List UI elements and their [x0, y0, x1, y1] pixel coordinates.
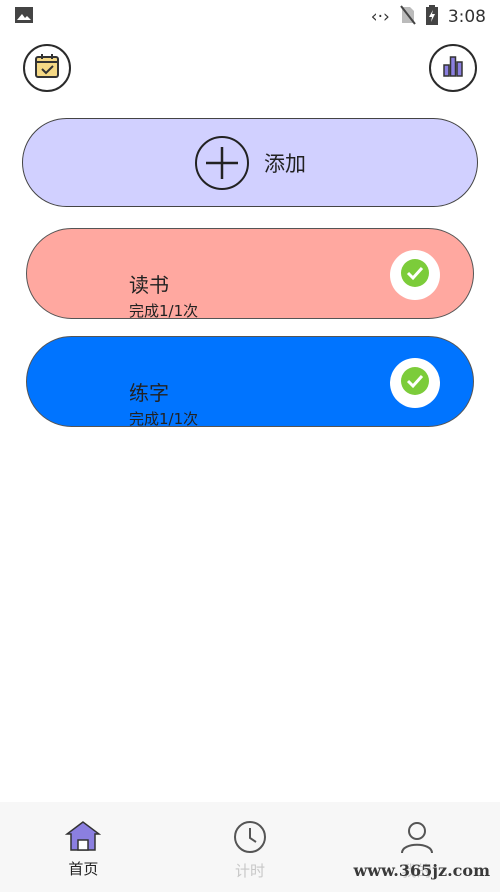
calendar-check-icon [33, 52, 61, 84]
habit-card-calligraphy[interactable]: 练字 完成1/1次 [26, 336, 474, 427]
user-icon [399, 820, 435, 858]
add-habit-button[interactable]: 添加 [22, 118, 478, 207]
home-icon [65, 820, 102, 856]
nav-label: 首页 [68, 860, 99, 878]
status-bar: ‹·› 3:08 [0, 0, 500, 34]
check-circle-icon [400, 258, 430, 292]
complete-button[interactable] [390, 358, 440, 408]
check-circle-icon [400, 366, 430, 400]
calendar-button[interactable] [23, 44, 71, 92]
habit-card-reading[interactable]: 读书 完成1/1次 [26, 228, 474, 319]
image-icon [14, 6, 34, 28]
statistics-button[interactable] [429, 44, 477, 92]
habit-title: 练字 [129, 381, 169, 405]
no-sim-icon [400, 4, 416, 30]
nav-item-home[interactable]: 首页 [23, 802, 143, 879]
bar-chart-icon [440, 53, 466, 83]
watermark: www.365jz.com [353, 861, 490, 880]
complete-button[interactable] [390, 250, 440, 300]
battery-charging-icon [425, 4, 438, 30]
nav-item-timer[interactable]: 计时 [190, 802, 310, 881]
status-time: 3:08 [447, 7, 486, 27]
nav-label: 计时 [234, 862, 265, 880]
habit-title: 读书 [129, 273, 169, 297]
clock-icon [233, 820, 267, 858]
code-icon: ‹·› [370, 7, 390, 27]
habit-progress: 完成1/1次 [129, 302, 199, 319]
add-label: 添加 [264, 151, 306, 176]
plus-circle-icon [194, 135, 250, 191]
habit-progress: 完成1/1次 [129, 410, 199, 427]
